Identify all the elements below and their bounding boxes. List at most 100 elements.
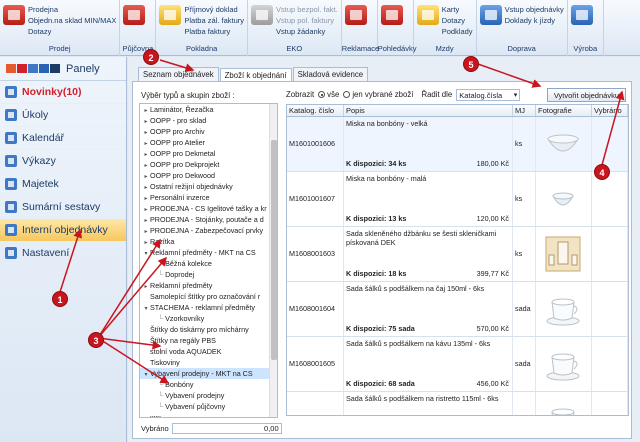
chevron-right-icon[interactable]: ▸: [142, 414, 150, 417]
nav-item-3[interactable]: Výkazy: [0, 150, 126, 173]
tab-2[interactable]: Skladová evidence: [292, 67, 369, 81]
ribbon-group-3-icon[interactable]: [251, 5, 273, 25]
ribbon-command[interactable]: Doklady k jízdy: [505, 16, 564, 25]
tree-node[interactable]: ▸ OOPP pro Atelier: [140, 137, 277, 148]
tree-node[interactable]: ▸ PRODEJNA - Zabezpečovací prvky: [140, 225, 277, 236]
column-header[interactable]: MJ: [513, 105, 536, 116]
tree-node[interactable]: └ Vybavení prodejny: [140, 390, 277, 401]
ribbon-command[interactable]: Platba zál. faktury: [184, 16, 244, 25]
cell-selected[interactable]: [592, 172, 628, 226]
chevron-down-icon[interactable]: ▾: [142, 249, 150, 258]
ribbon-command[interactable]: Vstup pol. faktury: [276, 16, 338, 25]
category-tree[interactable]: ▸ Laminátor, Řezačka ▸ OOPP - pro sklad ▸ OOP…: [139, 103, 278, 418]
table-row[interactable]: Sada šálků s podšálkem na ristretto 115m…: [287, 392, 628, 415]
table-row[interactable]: M1601001606 Miska na bonbóny - velká K dis…: [287, 117, 628, 172]
tree-node[interactable]: └ Běžná kolekce: [140, 258, 277, 269]
sort-select[interactable]: Katalog.čísla: [456, 88, 521, 101]
tree-node[interactable]: ▸ PRODEJNA - Stojánky, poutače a d: [140, 214, 277, 225]
cell-selected[interactable]: [592, 392, 628, 415]
nav-item-2[interactable]: Kalendář: [0, 127, 126, 150]
tree-scroll-thumb[interactable]: [271, 140, 277, 360]
ribbon-command[interactable]: Vstup objednávky: [505, 5, 564, 14]
ribbon-group-8-icon[interactable]: [570, 5, 593, 25]
cell-selected[interactable]: [592, 337, 628, 391]
chevron-right-icon[interactable]: ▸: [142, 205, 150, 214]
ribbon-command[interactable]: Vstup bezpol. fakt.: [276, 5, 338, 14]
nav-item-5[interactable]: Sumární sestavy: [0, 196, 126, 219]
chevron-right-icon[interactable]: ▸: [142, 238, 150, 247]
ribbon-command[interactable]: Objedn.na sklad MIN/MAX: [28, 16, 116, 25]
ribbon-group-0-icon[interactable]: [3, 5, 25, 25]
panely-header[interactable]: Panely: [0, 57, 126, 81]
tree-node[interactable]: ▸ Razítka: [140, 236, 277, 247]
tree-node[interactable]: ▾ Vybavení prodejny - MKT na CS: [140, 368, 277, 379]
column-header[interactable]: Fotografie: [536, 105, 592, 116]
chevron-right-icon[interactable]: ▸: [142, 194, 150, 203]
tree-node[interactable]: ▾ STACHEMA - reklamní předměty: [140, 302, 277, 313]
tree-node[interactable]: ▸xxx: [140, 412, 277, 417]
ribbon-command[interactable]: Podklady: [442, 27, 473, 36]
ribbon-command[interactable]: Dotazy: [28, 27, 116, 36]
cell-selected[interactable]: [592, 227, 628, 281]
tree-node[interactable]: Štítky na regály PBS: [140, 335, 277, 346]
chevron-right-icon[interactable]: ▸: [142, 128, 150, 137]
tree-node[interactable]: ▸ Personální inzerce: [140, 192, 277, 203]
tree-node[interactable]: Samolepící štítky pro označování r: [140, 291, 277, 302]
tree-node[interactable]: ▸ OOPP pro Dekwood: [140, 170, 277, 181]
create-order-button[interactable]: Vytvořit objednávku: [546, 87, 626, 102]
tree-node[interactable]: └ Vybavení půjčovny: [140, 401, 277, 412]
ribbon-group-5-icon[interactable]: [380, 5, 403, 25]
tab-1[interactable]: Zboží k objednání: [219, 68, 292, 82]
tree-node[interactable]: ▾ Reklamní předměty - MKT na CS: [140, 247, 277, 258]
nav-item-6[interactable]: Interní objednávky: [0, 219, 126, 242]
ribbon-command[interactable]: Prodejna: [28, 5, 116, 14]
tree-scrollbar[interactable]: [269, 104, 277, 417]
nav-item-0[interactable]: Novinky(10): [0, 81, 126, 104]
table-row[interactable]: M1608001604 Sada šálků s podšálkem na čaj…: [287, 282, 628, 337]
tree-node[interactable]: stolní voda AQUADEK: [140, 346, 277, 357]
chevron-down-icon[interactable]: ▾: [142, 370, 150, 379]
tree-node[interactable]: └ Doprodej: [140, 269, 277, 280]
chevron-right-icon[interactable]: ▸: [142, 282, 150, 291]
chevron-right-icon[interactable]: ▸: [142, 117, 150, 126]
tree-node[interactable]: ▸ Laminátor, Řezačka: [140, 104, 277, 115]
tree-node[interactable]: └ Vzorkovníky: [140, 313, 277, 324]
ribbon-command[interactable]: Platba faktury: [184, 27, 244, 36]
tree-node[interactable]: ▸ OOPP pro Dekmetal: [140, 148, 277, 159]
column-header[interactable]: Vybráno: [592, 105, 628, 116]
nav-item-1[interactable]: Úkoly: [0, 104, 126, 127]
table-row[interactable]: M1608001603 Sada skleněného džbánku se še…: [287, 227, 628, 282]
ribbon-command[interactable]: Karty: [442, 5, 473, 14]
chevron-right-icon[interactable]: ▸: [142, 183, 150, 192]
chevron-right-icon[interactable]: ▸: [142, 172, 150, 181]
tree-node[interactable]: Štítky do tiskárny pro míchárny: [140, 324, 277, 335]
chevron-right-icon[interactable]: ▸: [142, 216, 150, 225]
table-row[interactable]: M1608001605 Sada šálků s podšálkem na káv…: [287, 337, 628, 392]
chevron-right-icon[interactable]: ▸: [142, 150, 150, 159]
chevron-right-icon[interactable]: ▸: [142, 106, 150, 115]
chevron-right-icon[interactable]: ▸: [142, 139, 150, 148]
ribbon-command[interactable]: Vstup žádanky: [276, 27, 338, 36]
radio-show-all[interactable]: vše: [318, 90, 339, 99]
cell-selected[interactable]: [592, 117, 628, 171]
nav-item-4[interactable]: Majetek: [0, 173, 126, 196]
chevron-right-icon[interactable]: ▸: [142, 161, 150, 170]
radio-show-selected[interactable]: jen vybrané zboží: [343, 90, 413, 99]
table-row[interactable]: M1601001607 Miska na bonbóny - malá K disp…: [287, 172, 628, 227]
chevron-down-icon[interactable]: ▾: [142, 304, 150, 313]
tree-node[interactable]: ▸ OOPP - pro sklad: [140, 115, 277, 126]
ribbon-group-7-icon[interactable]: [479, 5, 502, 25]
column-header[interactable]: Popis: [344, 105, 513, 116]
cell-selected[interactable]: [592, 282, 628, 336]
tree-node[interactable]: ▸ Reklamní předměty: [140, 280, 277, 291]
tree-node[interactable]: ▸ Ostatní režijní objednávky: [140, 181, 277, 192]
ribbon-group-2-icon[interactable]: [159, 5, 182, 25]
chevron-right-icon[interactable]: ▸: [142, 227, 150, 236]
ribbon-command[interactable]: Příjmový doklad: [184, 5, 244, 14]
ribbon-group-6-icon[interactable]: [416, 5, 439, 25]
nav-item-7[interactable]: Nastavení: [0, 242, 126, 265]
ribbon-command[interactable]: Dotazy: [442, 16, 473, 25]
tree-node[interactable]: Tiskoviny: [140, 357, 277, 368]
tree-node[interactable]: ▸ PRODEJNA - CS Igelitové tašky a kr: [140, 203, 277, 214]
ribbon-group-4-icon[interactable]: [344, 5, 367, 25]
